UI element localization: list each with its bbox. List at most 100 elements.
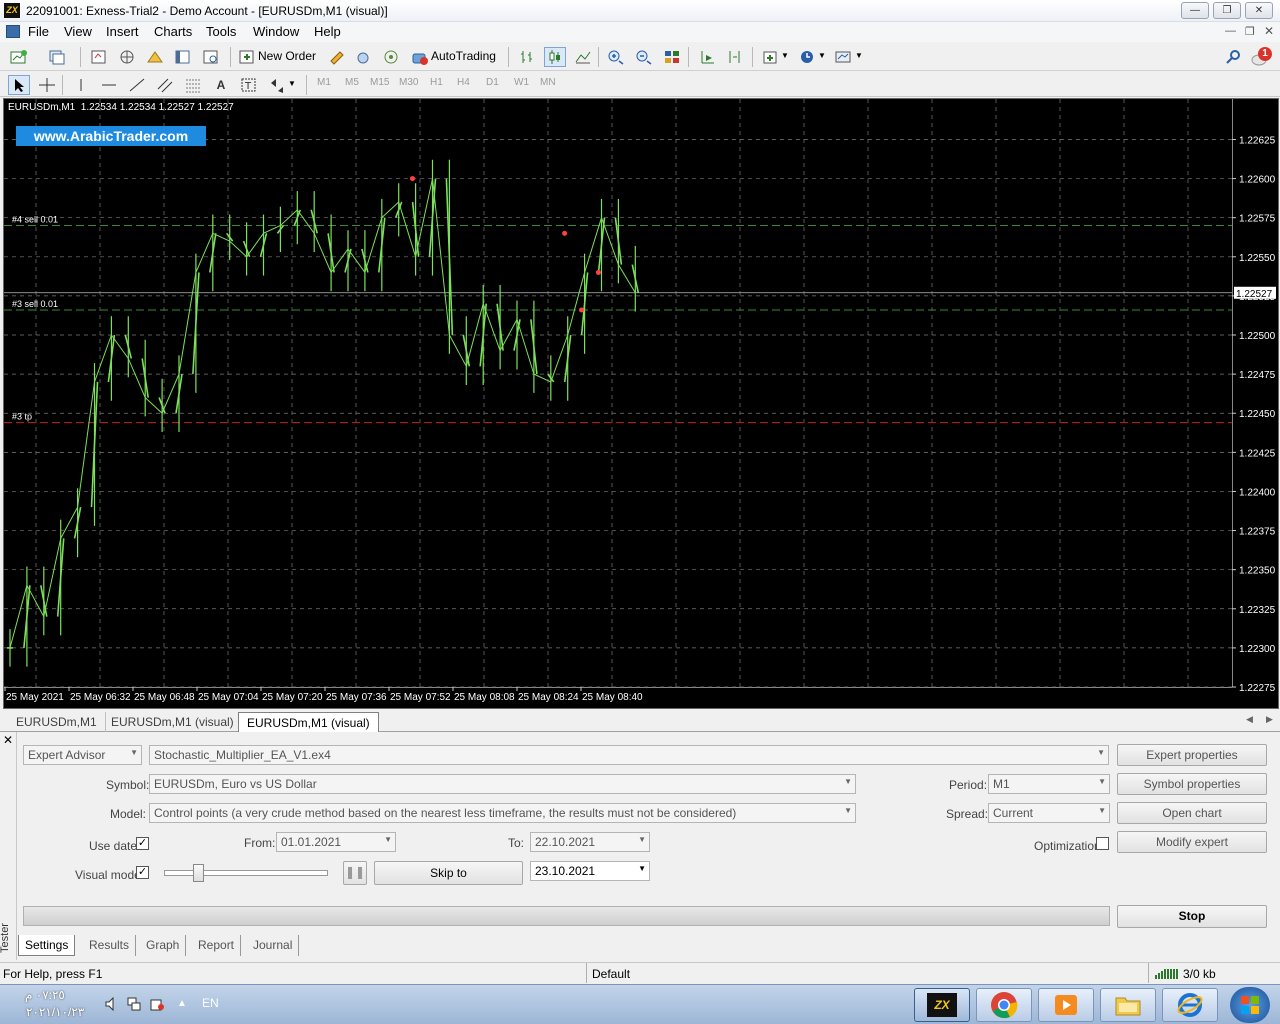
autotrading-icon[interactable] bbox=[408, 47, 430, 67]
taskbar-explorer[interactable] bbox=[1100, 988, 1156, 1022]
skip-to-button[interactable]: Skip to bbox=[374, 861, 523, 885]
new-order-icon[interactable] bbox=[236, 47, 258, 67]
from-date-field[interactable]: 01.01.2021 ▼ bbox=[276, 832, 396, 852]
new-order-button[interactable]: New Order bbox=[258, 49, 316, 63]
start-button[interactable] bbox=[1230, 987, 1270, 1023]
show-hidden-icons-icon[interactable]: ▲ bbox=[177, 998, 187, 1009]
expert-properties-button[interactable]: Expert properties bbox=[1117, 744, 1267, 766]
speed-slider-track[interactable] bbox=[164, 870, 328, 876]
arrows-icon[interactable] bbox=[266, 75, 288, 95]
close-button[interactable]: ✕ bbox=[1245, 2, 1273, 19]
trendline-icon[interactable] bbox=[126, 75, 148, 95]
arrows-dropdown-icon[interactable]: ▼ bbox=[288, 79, 296, 88]
zoom-in-icon[interactable] bbox=[605, 47, 627, 67]
tab-results[interactable]: Results bbox=[83, 935, 137, 956]
strategy-tester-icon[interactable] bbox=[200, 47, 222, 67]
autotrading-button[interactable]: AutoTrading bbox=[431, 49, 496, 63]
chart-shift-icon[interactable] bbox=[724, 47, 746, 67]
periods-icon[interactable] bbox=[796, 47, 818, 67]
tab-report[interactable]: Report bbox=[192, 935, 242, 956]
model-select[interactable]: Control points (a very crude method base… bbox=[149, 803, 856, 823]
timeframe-w1[interactable]: W1 bbox=[514, 77, 529, 88]
tab-chart-2[interactable]: EURUSDm,M1 (visual) bbox=[103, 712, 243, 732]
menu-charts[interactable]: Charts bbox=[154, 24, 192, 39]
mdi-restore-button[interactable]: ❐ bbox=[1245, 25, 1255, 38]
symbol-properties-button[interactable]: Symbol properties bbox=[1117, 773, 1267, 795]
zoom-out-icon[interactable] bbox=[633, 47, 655, 67]
menu-tools[interactable]: Tools bbox=[206, 24, 236, 39]
timeframe-d1[interactable]: D1 bbox=[486, 77, 499, 88]
tab-journal[interactable]: Journal bbox=[247, 935, 300, 956]
navigator-icon[interactable] bbox=[144, 47, 166, 67]
taskbar-chrome[interactable] bbox=[976, 988, 1032, 1022]
price-chart[interactable]: 1.226251.226001.225751.225501.225251.225… bbox=[3, 98, 1279, 709]
speed-slider-handle[interactable] bbox=[193, 864, 204, 882]
skip-to-date-field[interactable]: 23.10.2021 ▼ bbox=[530, 861, 650, 881]
tab-chart-1[interactable]: EURUSDm,M1 bbox=[8, 712, 106, 732]
to-date-field[interactable]: 22.10.2021 ▼ bbox=[530, 832, 650, 852]
taskbar-internet-explorer[interactable] bbox=[1162, 988, 1218, 1022]
spread-select[interactable]: Current ▼ bbox=[988, 803, 1110, 823]
line-chart-icon[interactable] bbox=[572, 47, 594, 67]
timeframe-mn[interactable]: MN bbox=[540, 77, 556, 88]
clock-date[interactable]: ٢٠٢١/١٠/٢٣ bbox=[26, 1005, 84, 1019]
optimization-checkbox[interactable] bbox=[1096, 837, 1109, 850]
visual-mode-checkbox[interactable]: ✓ bbox=[136, 866, 149, 879]
timeframe-h1[interactable]: H1 bbox=[430, 77, 443, 88]
stop-button[interactable]: Stop bbox=[1117, 905, 1267, 928]
mdi-close-button[interactable]: ✕ bbox=[1264, 24, 1274, 38]
community-icon[interactable] bbox=[380, 47, 402, 67]
vertical-line-icon[interactable] bbox=[70, 75, 92, 95]
tab-scroll-right-icon[interactable]: ▶ bbox=[1266, 714, 1273, 725]
volume-icon[interactable] bbox=[104, 996, 118, 1014]
cursor-icon[interactable] bbox=[8, 75, 30, 95]
period-select[interactable]: M1 ▼ bbox=[988, 774, 1110, 794]
indicators-dropdown-icon[interactable]: ▼ bbox=[781, 51, 789, 60]
timeframe-m30[interactable]: M30 bbox=[399, 77, 418, 88]
data-window-icon[interactable] bbox=[116, 47, 138, 67]
menu-view[interactable]: View bbox=[64, 24, 92, 39]
menu-window[interactable]: Window bbox=[253, 24, 299, 39]
profiles-icon[interactable] bbox=[46, 47, 68, 67]
taskbar-metatrader[interactable]: ZX bbox=[914, 988, 970, 1022]
periods-dropdown-icon[interactable]: ▼ bbox=[818, 51, 826, 60]
minimize-button[interactable]: — bbox=[1181, 2, 1209, 19]
market-watch-icon[interactable] bbox=[88, 47, 110, 67]
tile-windows-icon[interactable] bbox=[661, 47, 683, 67]
new-chart-icon[interactable] bbox=[8, 47, 30, 67]
timeframe-m15[interactable]: M15 bbox=[370, 77, 389, 88]
text-tool-icon[interactable]: A bbox=[210, 75, 232, 95]
notifications-icon[interactable]: 1 bbox=[1250, 47, 1272, 67]
bar-chart-icon[interactable] bbox=[516, 47, 538, 67]
timeframe-m1[interactable]: M1 bbox=[317, 77, 331, 88]
tab-settings[interactable]: Settings bbox=[18, 935, 76, 956]
tester-close-icon[interactable]: ✕ bbox=[3, 733, 13, 747]
horizontal-line-icon[interactable] bbox=[98, 75, 120, 95]
mdi-minimize-button[interactable]: — bbox=[1225, 25, 1236, 37]
auto-scroll-icon[interactable] bbox=[696, 47, 718, 67]
tab-scroll-left-icon[interactable]: ◀ bbox=[1246, 714, 1253, 725]
templates-dropdown-icon[interactable]: ▼ bbox=[855, 51, 863, 60]
expert-select[interactable]: Stochastic_Multiplier_EA_V1.ex4 ▼ bbox=[149, 745, 1109, 765]
search-icon[interactable] bbox=[1222, 47, 1244, 67]
language-indicator[interactable]: EN bbox=[202, 996, 219, 1010]
clock-time[interactable]: ٠٧:٢٥ م bbox=[25, 988, 65, 1002]
text-label-icon[interactable]: T bbox=[238, 75, 260, 95]
modify-expert-button[interactable]: Modify expert bbox=[1117, 831, 1267, 853]
symbol-select[interactable]: EURUSDm, Euro vs US Dollar ▼ bbox=[149, 774, 856, 794]
candlestick-icon[interactable] bbox=[544, 47, 566, 67]
tab-chart-3[interactable]: EURUSDm,M1 (visual) bbox=[238, 712, 379, 732]
menu-help[interactable]: Help bbox=[314, 24, 341, 39]
crosshair-icon[interactable] bbox=[36, 75, 58, 95]
chart-window-icon[interactable] bbox=[6, 25, 20, 38]
tab-graph[interactable]: Graph bbox=[140, 935, 187, 956]
taskbar-media-player[interactable] bbox=[1038, 988, 1094, 1022]
tester-type-select[interactable]: Expert Advisor ▼ bbox=[23, 745, 142, 765]
open-chart-button[interactable]: Open chart bbox=[1117, 802, 1267, 824]
templates-icon[interactable] bbox=[832, 47, 854, 67]
indicators-icon[interactable] bbox=[760, 47, 782, 67]
use-date-checkbox[interactable]: ✓ bbox=[136, 837, 149, 850]
menu-insert[interactable]: Insert bbox=[106, 24, 139, 39]
equidistant-channel-icon[interactable] bbox=[154, 75, 176, 95]
network-icon[interactable] bbox=[127, 997, 141, 1014]
